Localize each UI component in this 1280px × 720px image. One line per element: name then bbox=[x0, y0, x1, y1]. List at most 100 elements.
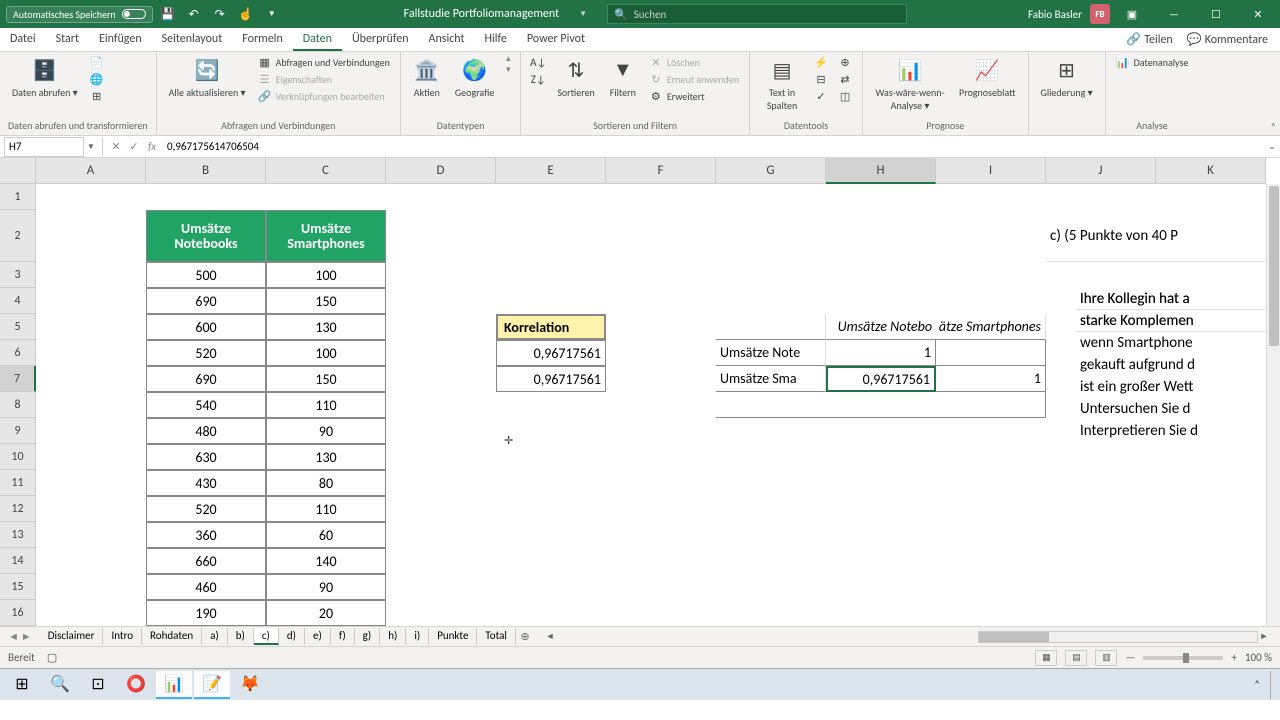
text-to-columns-button[interactable]: ▤Text in Spalten bbox=[758, 54, 806, 114]
task-view-button[interactable]: ⊡ bbox=[80, 671, 116, 699]
minimize-button[interactable]: — bbox=[1154, 0, 1194, 28]
text-line[interactable]: gekauft aufgrund d bbox=[1076, 354, 1280, 376]
cell-b9[interactable]: 480 bbox=[146, 418, 266, 444]
undo-icon[interactable]: ↶ bbox=[183, 3, 205, 25]
cell-c12[interactable]: 110 bbox=[266, 496, 386, 522]
relationships-button[interactable]: ⇄ bbox=[836, 71, 854, 87]
sheet-tab-d[interactable]: d) bbox=[279, 628, 305, 645]
user-avatar[interactable]: FB bbox=[1090, 4, 1110, 24]
matrix-v12[interactable] bbox=[936, 340, 1046, 366]
matrix-v11[interactable]: 1 bbox=[826, 340, 936, 366]
sheet-tab-punkte[interactable]: Punkte bbox=[429, 628, 477, 645]
select-all-button[interactable] bbox=[0, 158, 36, 184]
cell-b14[interactable]: 660 bbox=[146, 548, 266, 574]
text-line[interactable]: wenn Smartphone bbox=[1076, 332, 1280, 354]
cell-c4[interactable]: 150 bbox=[266, 288, 386, 314]
from-web-button[interactable]: 🌐 bbox=[88, 71, 106, 87]
search-box[interactable]: 🔍 Suchen bbox=[607, 4, 907, 24]
sheet-tab-c[interactable]: c) bbox=[254, 628, 279, 645]
comments-button[interactable]: 💬 Kommentare bbox=[1181, 30, 1274, 49]
menu-tab-einfügen[interactable]: Einfügen bbox=[89, 29, 152, 51]
app-icon[interactable]: ⭕ bbox=[118, 671, 154, 699]
column-header-I[interactable]: I bbox=[936, 158, 1046, 184]
horizontal-scrollbar[interactable] bbox=[978, 631, 1258, 643]
cancel-formula-icon[interactable]: ✕ bbox=[107, 138, 125, 156]
matrix-v22[interactable]: 1 bbox=[936, 366, 1046, 392]
menu-tab-power pivot[interactable]: Power Pivot bbox=[517, 29, 595, 51]
filter-button[interactable]: ▼Filtern bbox=[605, 54, 641, 101]
sheet-tab-a[interactable]: a) bbox=[202, 628, 228, 645]
text-line[interactable]: Untersuchen Sie d bbox=[1076, 398, 1280, 420]
maximize-button[interactable]: ☐ bbox=[1196, 0, 1236, 28]
menu-tab-start[interactable]: Start bbox=[46, 29, 89, 51]
vertical-scrollbar[interactable] bbox=[1266, 184, 1280, 626]
korrelation-value-1[interactable]: 0,96717561 bbox=[496, 340, 606, 366]
enter-formula-icon[interactable]: ✓ bbox=[125, 138, 143, 156]
record-macro-icon[interactable]: ▢ bbox=[47, 651, 57, 664]
start-button[interactable]: ⊞ bbox=[4, 671, 40, 699]
sheet-tab-rohdaten[interactable]: Rohdaten bbox=[142, 628, 202, 645]
zoom-level[interactable]: 100 % bbox=[1245, 651, 1272, 664]
column-header-G[interactable]: G bbox=[716, 158, 826, 184]
from-table-button[interactable]: ⊞ bbox=[88, 88, 106, 104]
flash-fill-button[interactable]: ⚡ bbox=[812, 54, 830, 70]
redo-icon[interactable]: ↷ bbox=[209, 3, 231, 25]
row-header-12[interactable]: 12 bbox=[0, 496, 36, 522]
menu-tab-hilfe[interactable]: Hilfe bbox=[475, 29, 517, 51]
consolidate-button[interactable]: ⊕ bbox=[836, 54, 854, 70]
page-layout-button[interactable]: ▤ bbox=[1065, 650, 1087, 666]
row-header-4[interactable]: 4 bbox=[0, 288, 36, 314]
header-smartphones[interactable]: UmsätzeSmartphones bbox=[266, 210, 386, 262]
row-header-16[interactable]: 16 bbox=[0, 600, 36, 626]
cell-b11[interactable]: 430 bbox=[146, 470, 266, 496]
sheet-tab-disclaimer[interactable]: Disclaimer bbox=[40, 628, 104, 645]
stocks-button[interactable]: 🏛️Aktien bbox=[409, 54, 445, 101]
name-box[interactable]: H7 bbox=[4, 137, 84, 157]
column-header-A[interactable]: A bbox=[36, 158, 146, 184]
cell-c13[interactable]: 60 bbox=[266, 522, 386, 548]
data-model-button[interactable]: ◫ bbox=[836, 88, 854, 104]
cell-c8[interactable]: 110 bbox=[266, 392, 386, 418]
sort-button[interactable]: ⇅Sortieren bbox=[553, 54, 599, 101]
zoom-in-button[interactable]: + bbox=[1231, 651, 1236, 664]
cell-b6[interactable]: 520 bbox=[146, 340, 266, 366]
row-header-6[interactable]: 6 bbox=[0, 340, 36, 366]
sheet-tab-g[interactable]: g) bbox=[355, 628, 381, 645]
column-header-K[interactable]: K bbox=[1156, 158, 1266, 184]
sheet-nav-next-icon[interactable]: ► bbox=[21, 630, 32, 643]
korrelation-header[interactable]: Korrelation bbox=[496, 314, 606, 340]
row-header-9[interactable]: 9 bbox=[0, 418, 36, 444]
sheet-tab-i[interactable]: i) bbox=[406, 628, 429, 645]
show-desktop-button[interactable] bbox=[1270, 671, 1276, 699]
refresh-all-button[interactable]: 🔄Alle aktualisieren ▾ bbox=[165, 54, 250, 101]
ribbon-mode-icon[interactable]: ▣ bbox=[1112, 0, 1152, 28]
row-header-5[interactable]: 5 bbox=[0, 314, 36, 340]
cell-b7[interactable]: 690 bbox=[146, 366, 266, 392]
row-header-7[interactable]: 7 bbox=[0, 366, 36, 392]
search-button[interactable]: 🔍 bbox=[42, 671, 78, 699]
matrix-bottom[interactable] bbox=[716, 392, 1046, 418]
data-validation-button[interactable]: ✓ bbox=[812, 88, 830, 104]
sheet-tab-f[interactable]: f) bbox=[331, 628, 355, 645]
row-header-3[interactable]: 3 bbox=[0, 262, 36, 288]
sheet-tab-e[interactable]: e) bbox=[305, 628, 331, 645]
matrix-corner[interactable] bbox=[716, 314, 826, 340]
word-taskbar-icon[interactable]: 📝 bbox=[194, 671, 230, 699]
new-sheet-button[interactable]: ⊕ bbox=[516, 630, 534, 643]
zoom-out-button[interactable]: — bbox=[1125, 651, 1135, 664]
selected-cell[interactable]: 0,96717561 bbox=[826, 366, 936, 392]
normal-view-button[interactable]: ▦ bbox=[1035, 650, 1057, 666]
qat-customize-icon[interactable]: ▼ bbox=[261, 3, 283, 25]
cell-b3[interactable]: 500 bbox=[146, 262, 266, 288]
matrix-header-1[interactable]: Umsätze Notebo bbox=[826, 314, 936, 340]
cell-b4[interactable]: 690 bbox=[146, 288, 266, 314]
whatif-button[interactable]: 📊Was-wäre-wenn-Analyse ▾ bbox=[871, 54, 949, 114]
autosave-toggle[interactable]: Automatisches Speichern bbox=[6, 6, 153, 23]
cell-b15[interactable]: 460 bbox=[146, 574, 266, 600]
cell-c10[interactable]: 130 bbox=[266, 444, 386, 470]
header-notebooks[interactable]: UmsätzeNotebooks bbox=[146, 210, 266, 262]
korrelation-value-2[interactable]: 0,96717561 bbox=[496, 366, 606, 392]
touch-mode-icon[interactable]: ☝ bbox=[235, 3, 257, 25]
sort-za-button[interactable]: Z↓ bbox=[529, 71, 547, 87]
menu-tab-ansicht[interactable]: Ansicht bbox=[419, 29, 475, 51]
